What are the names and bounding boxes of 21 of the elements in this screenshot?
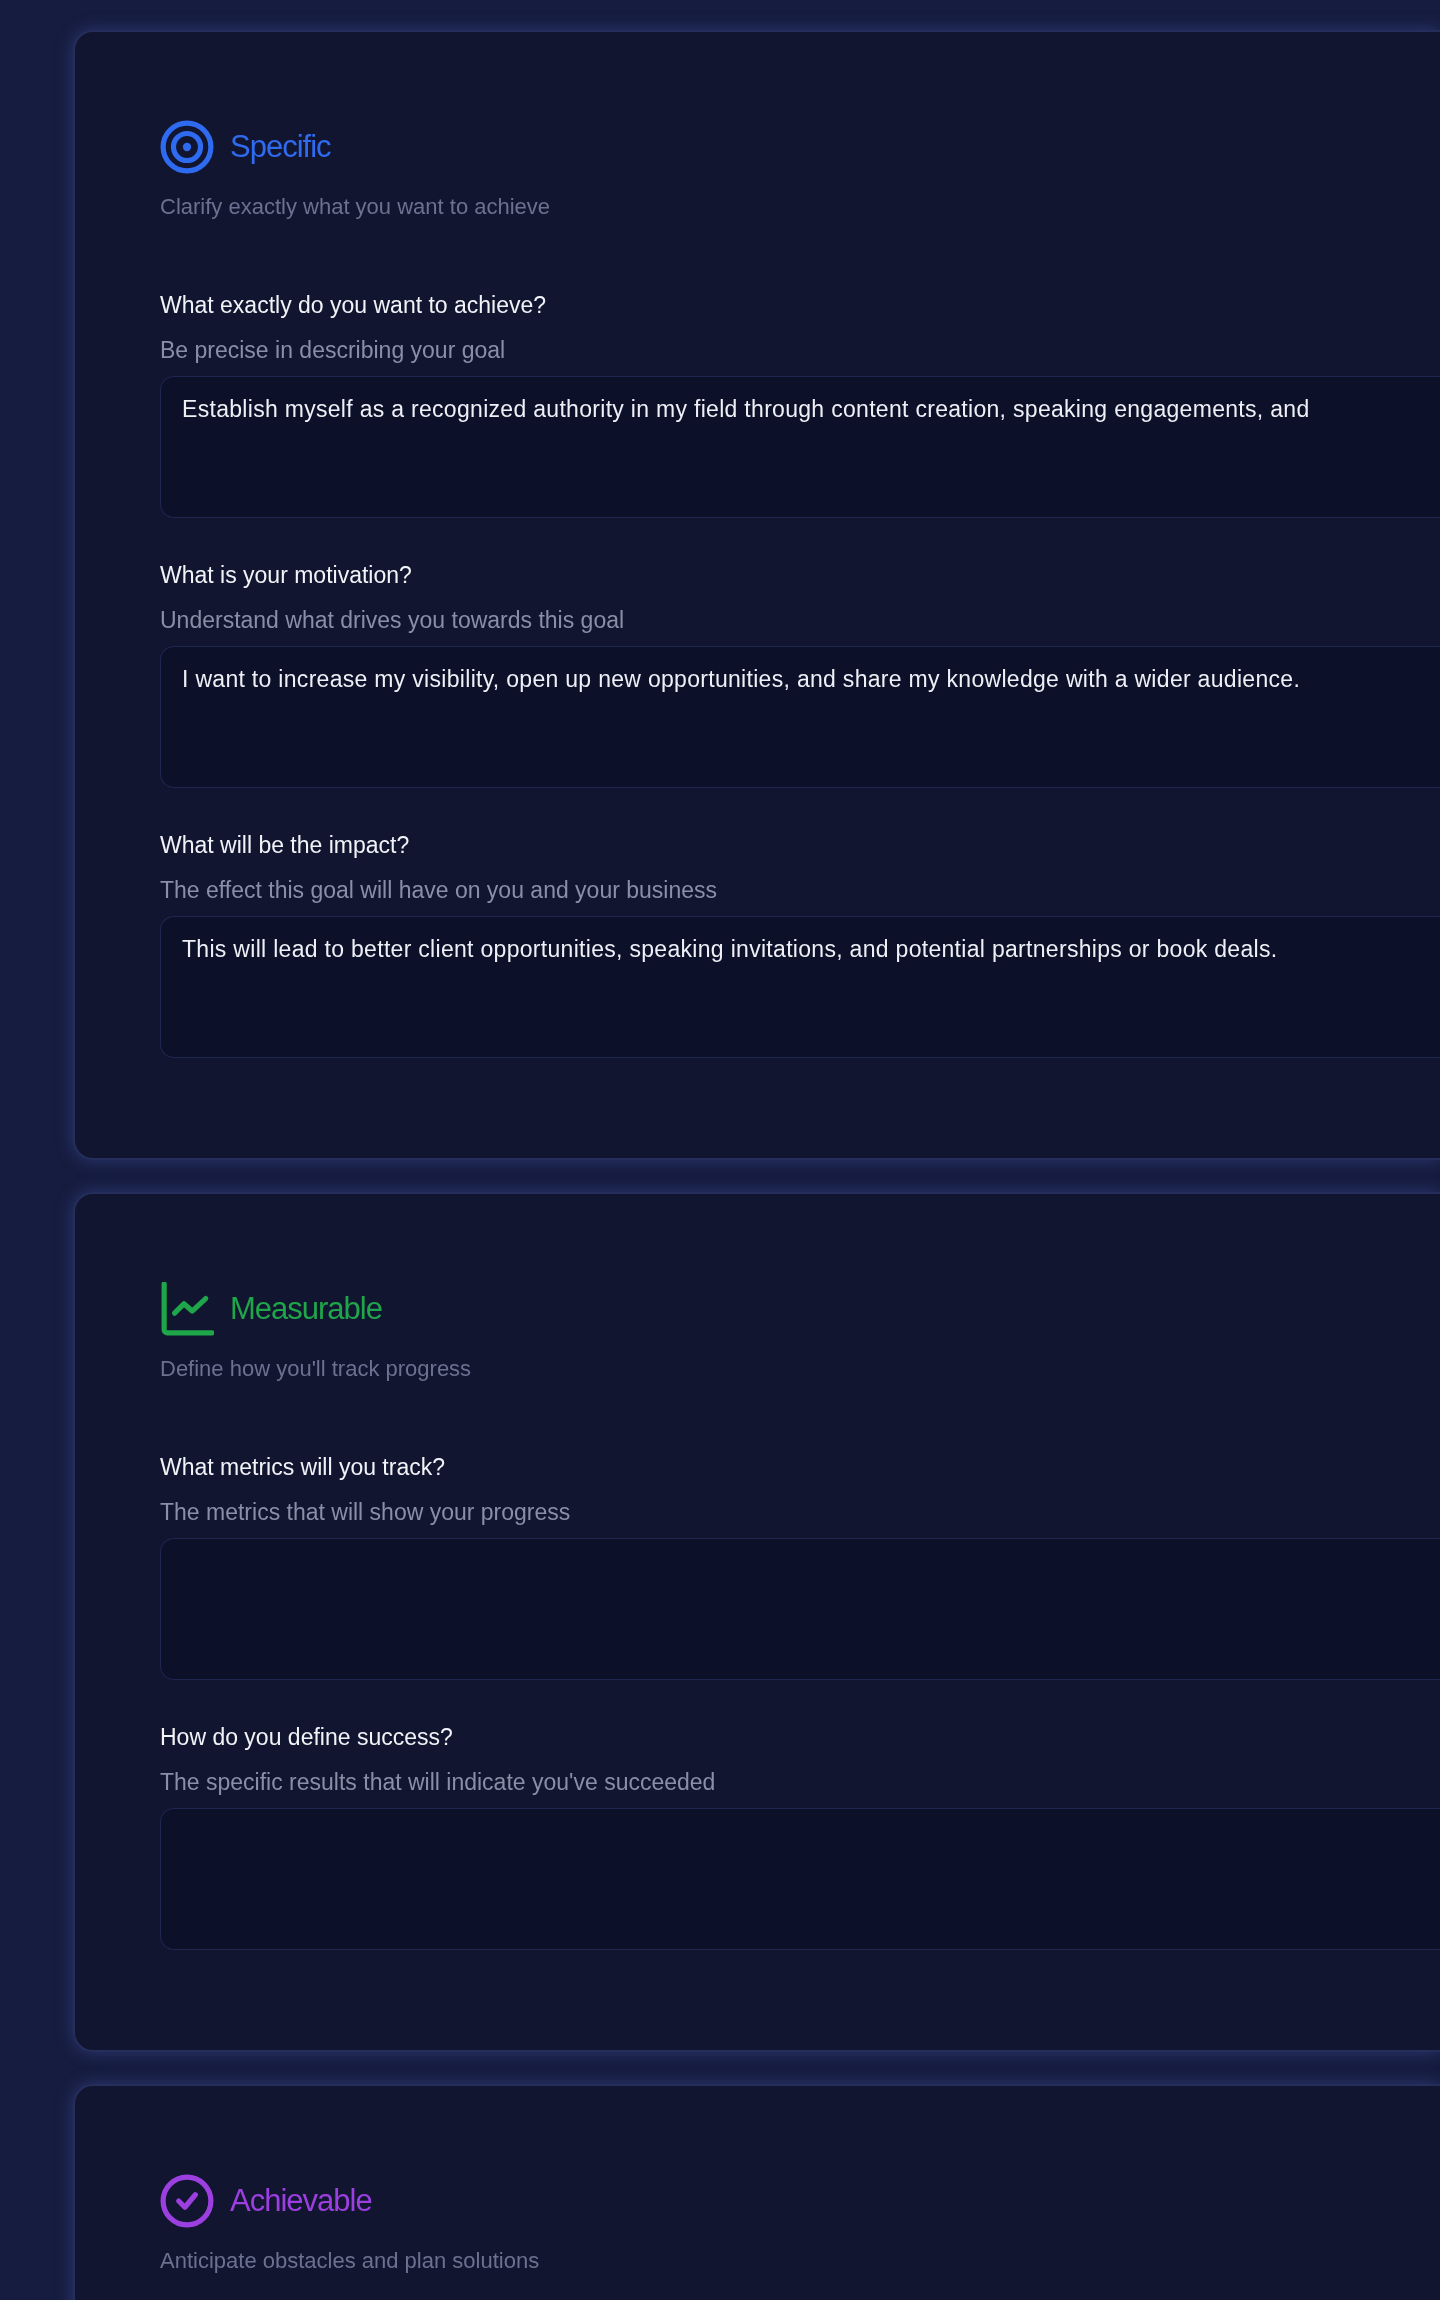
section-title: Specific [230, 129, 331, 165]
answer-box[interactable]: I want to increase my visibility, open up new opportunities, and share my knowledge with a wider audience. [160, 646, 1440, 788]
section-subtitle: Clarify exactly what you want to achieve [160, 194, 552, 220]
question-hint: The metrics that will show your progress [160, 1499, 572, 1526]
section-subtitle: Anticipate obstacles and plan solutions [160, 2248, 541, 2274]
question-label: What exactly do you want to achieve? [160, 292, 548, 319]
question-label: How do you define success? [160, 1724, 454, 1751]
question-label: What metrics will you track? [160, 1454, 446, 1481]
answer-box[interactable]: This will lead to better client opportunities, speaking invitations, and potential partnerships or book deals. [160, 916, 1440, 1058]
answer-box[interactable]: Establish myself as a recognized authority in my field through content creation, speaking engagements, and [160, 376, 1440, 518]
question-hint: Be precise in describing your goal [160, 337, 507, 364]
question-hint: The specific results that will indicate you've succeeded [160, 1769, 717, 1796]
section-title: Achievable [230, 2183, 372, 2219]
answer-box[interactable] [160, 1808, 1440, 1950]
question-hint: Understand what drives you towards this goal [160, 607, 626, 634]
question-label: What will be the impact? [160, 832, 411, 859]
section-title: Measurable [230, 1291, 382, 1327]
section-subtitle: Define how you'll track progress [160, 1356, 473, 1382]
question-hint: The effect this goal will have on you and your business [160, 877, 719, 904]
answer-box[interactable] [160, 1538, 1440, 1680]
question-label: What is your motivation? [160, 562, 413, 589]
